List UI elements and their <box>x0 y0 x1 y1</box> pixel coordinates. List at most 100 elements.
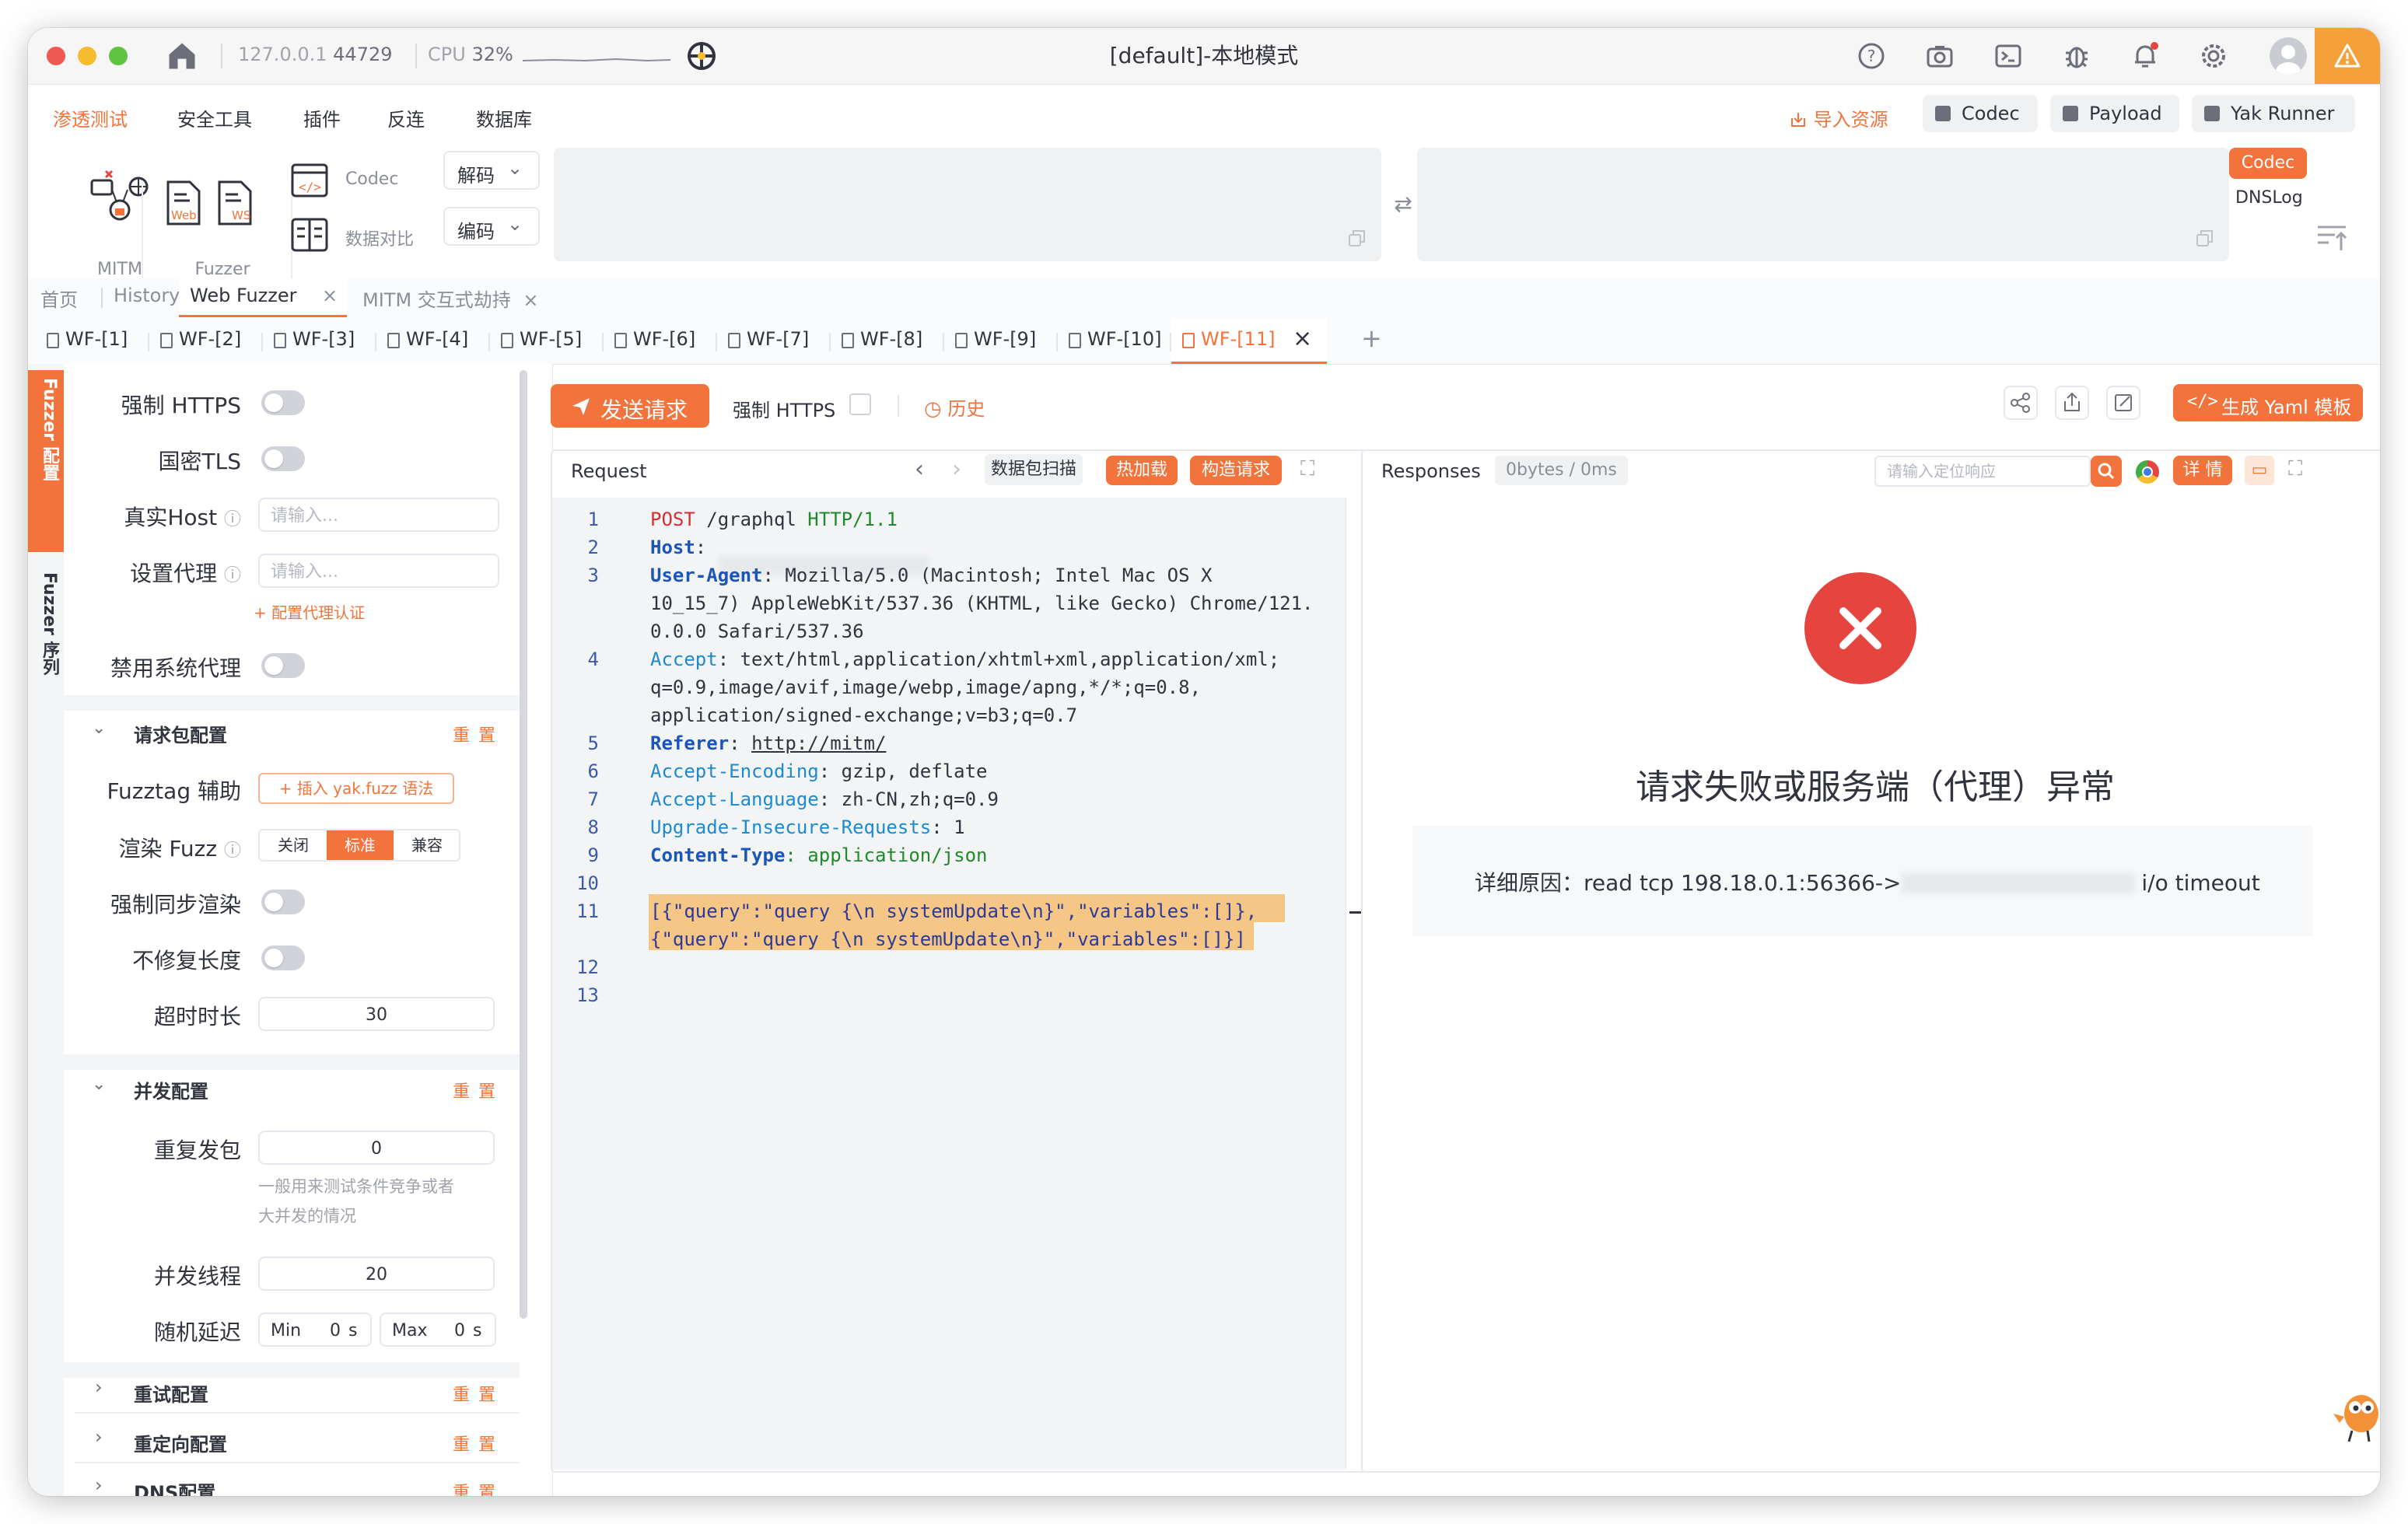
disable-sys-proxy-toggle[interactable] <box>261 653 305 678</box>
side-tab-fuzzer-sequence[interactable]: Fuzzer 序列 <box>28 565 64 736</box>
retry-reset-button[interactable]: 重 置 <box>453 1381 497 1406</box>
construct-request-button[interactable]: 构造请求 <box>1190 456 1282 485</box>
yak-runner-button[interactable]: Yak Runner <box>2192 95 2355 132</box>
real-host-input[interactable]: 请输入... <box>258 498 499 532</box>
dns-config-title[interactable]: DNS配置 <box>134 1477 215 1496</box>
settings-gear-icon[interactable] <box>2198 40 2229 72</box>
gm-tls-toggle[interactable] <box>261 446 305 471</box>
swap-icon[interactable]: ⇄ <box>1386 191 1420 219</box>
bug-icon[interactable] <box>2061 40 2092 72</box>
payload-button[interactable]: Payload <box>2050 95 2179 132</box>
bell-icon[interactable] <box>2130 40 2161 72</box>
prev-arrow-icon[interactable]: ‹ <box>915 456 924 483</box>
minimize-window-button[interactable] <box>78 47 96 65</box>
compare-tool[interactable]: 数据对比 <box>289 215 445 258</box>
next-arrow-icon[interactable]: › <box>952 456 961 483</box>
edit-icon[interactable] <box>2106 386 2140 420</box>
wf-tab[interactable]: WF-[8] <box>831 319 944 364</box>
concurrency-config-title[interactable]: 并发配置 <box>134 1076 208 1103</box>
no-fix-length-toggle[interactable] <box>261 946 305 970</box>
chevron-down-icon[interactable]: ⌄ <box>92 718 106 738</box>
warning-button[interactable] <box>2315 28 2380 84</box>
proxy-input[interactable]: 请输入... <box>258 554 499 588</box>
tab-mitm-hijack[interactable]: MITM 交互式劫持 × <box>362 285 539 312</box>
wf-tab[interactable]: WF-[4] <box>376 319 490 364</box>
codec-button[interactable]: Codec <box>1923 95 2038 132</box>
camera-icon[interactable] <box>1924 40 1955 72</box>
dns-reset-button[interactable]: 重 置 <box>453 1479 497 1496</box>
wf-tab-active[interactable]: WF-[11] × <box>1171 319 1327 364</box>
tab-history[interactable]: History <box>114 285 180 306</box>
wf-tab[interactable]: WF-[1] <box>36 319 149 364</box>
wf-tab[interactable]: WF-[10] <box>1058 319 1171 364</box>
menu-plugins[interactable]: 插件 <box>303 104 341 131</box>
menu-reverse[interactable]: 反连 <box>387 104 425 131</box>
share-icon[interactable] <box>2004 386 2038 420</box>
codec-tool[interactable]: </> Codec <box>289 160 445 204</box>
force-https-toggle[interactable] <box>261 390 305 415</box>
insert-fuzz-button[interactable]: + 插入 yak.fuzz 语法 <box>258 773 454 804</box>
help-icon[interactable]: ? <box>1856 40 1887 72</box>
redirect-config-title[interactable]: 重定向配置 <box>134 1429 227 1456</box>
retry-config-title[interactable]: 重试配置 <box>134 1379 208 1407</box>
tab-web-fuzzer[interactable]: Web Fuzzer × <box>179 278 347 317</box>
codec-input-area[interactable] <box>554 148 1381 261</box>
history-button[interactable]: ◷ 历史 <box>924 393 985 421</box>
packet-reset-button[interactable]: 重 置 <box>453 722 497 746</box>
repeat-input[interactable]: 0 <box>258 1131 495 1165</box>
side-dnslog-tab[interactable]: DNSLog <box>2235 188 2303 208</box>
redirect-reset-button[interactable]: 重 置 <box>453 1431 497 1456</box>
decode-select[interactable]: 解码 ⌄ <box>443 151 540 190</box>
search-icon[interactable] <box>2091 456 2122 487</box>
add-tab-icon[interactable]: + <box>1361 323 1382 353</box>
wf-tab[interactable]: WF-[7] <box>717 319 831 364</box>
menu-database[interactable]: 数据库 <box>476 104 532 131</box>
fullscreen-icon[interactable]: ⛶ <box>1300 457 1314 481</box>
force-https-checkbox[interactable] <box>849 393 871 415</box>
close-tab-icon[interactable]: × <box>322 285 338 306</box>
tab-home[interactable]: 首页 <box>40 285 78 312</box>
fullscreen-icon[interactable]: ⛶ <box>2288 457 2302 481</box>
import-resources-button[interactable]: 导入资源 <box>1789 104 1888 131</box>
config-scrollbar[interactable] <box>520 370 527 1319</box>
comment-icon[interactable]: ▭ <box>2245 456 2274 485</box>
chrome-icon[interactable] <box>2136 460 2159 484</box>
encode-select[interactable]: 编码 ⌄ <box>443 207 540 246</box>
wf-tab[interactable]: WF-[3] <box>263 319 376 364</box>
side-tab-fuzzer-config[interactable]: Fuzzer 配置 <box>28 370 64 552</box>
packet-scan-button[interactable]: 数据包扫描 <box>985 454 1083 485</box>
render-option-standard[interactable]: 标准 <box>327 830 394 860</box>
export-icon[interactable] <box>2055 386 2089 420</box>
timeout-input[interactable]: 30 <box>258 997 495 1031</box>
maximize-window-button[interactable] <box>109 47 128 65</box>
side-codec-tab[interactable]: Codec <box>2229 148 2307 179</box>
packet-config-title[interactable]: 请求包配置 <box>134 720 227 747</box>
chevron-right-icon[interactable]: › <box>95 1426 103 1448</box>
copy-icon[interactable] <box>2195 229 2215 249</box>
hot-load-button[interactable]: 热加载 <box>1106 456 1178 485</box>
send-request-button[interactable]: 发送请求 <box>551 384 709 428</box>
sort-up-icon[interactable] <box>2315 222 2349 253</box>
wf-tab[interactable]: WF-[2] <box>149 319 263 364</box>
generate-yaml-button[interactable]: </> 生成 Yaml 模板 <box>2173 384 2363 421</box>
delay-min-input[interactable]: Min 0 s <box>258 1313 372 1347</box>
mascot-icon[interactable] <box>2329 1382 2380 1445</box>
terminal-icon[interactable] <box>1993 40 2024 72</box>
user-avatar[interactable] <box>2270 37 2307 75</box>
render-option-compat[interactable]: 兼容 <box>394 830 459 860</box>
delay-max-input[interactable]: Max 0 s <box>380 1313 496 1347</box>
wf-tab[interactable]: WF-[9] <box>944 319 1058 364</box>
threads-input[interactable]: 20 <box>258 1257 495 1291</box>
close-tab-icon[interactable]: × <box>523 289 538 311</box>
close-tab-icon[interactable]: × <box>1293 325 1312 352</box>
copy-icon[interactable] <box>1347 229 1367 249</box>
wf-tab[interactable]: WF-[6] <box>604 319 717 364</box>
mitm-tool[interactable]: MITM <box>56 163 149 279</box>
wf-tab[interactable]: WF-[5] <box>490 319 604 364</box>
proxy-auth-link[interactable]: + 配置代理认证 <box>254 600 365 623</box>
home-icon[interactable] <box>165 39 199 73</box>
details-button[interactable]: 详 情 <box>2173 456 2232 485</box>
render-option-off[interactable]: 关闭 <box>260 830 327 860</box>
concurrency-reset-button[interactable]: 重 置 <box>453 1078 497 1103</box>
menu-pentest[interactable]: 渗透测试 <box>53 104 128 131</box>
